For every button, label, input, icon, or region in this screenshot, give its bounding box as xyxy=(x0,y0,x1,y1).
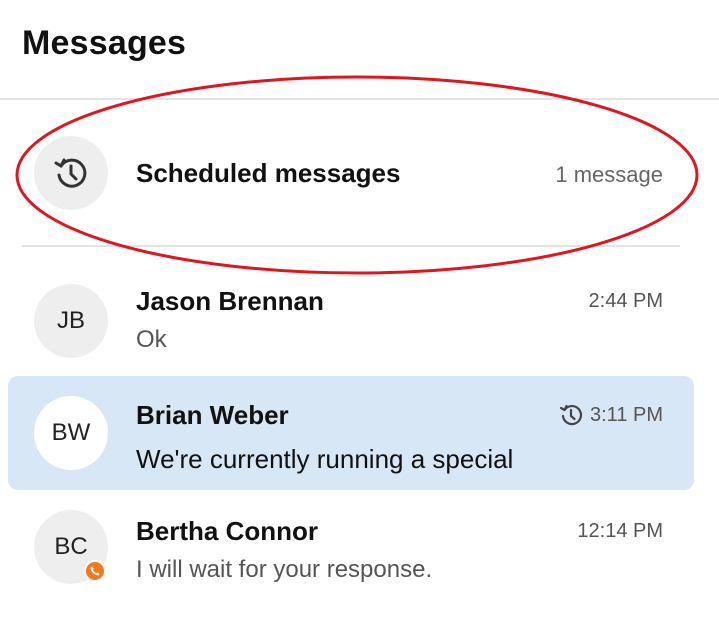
conversation-row-selected[interactable]: BW Brian Weber We're currently running a… xyxy=(0,376,719,490)
messages-header: Messages xyxy=(0,0,719,100)
message-time: 12:14 PM xyxy=(577,520,663,542)
phone-icon xyxy=(90,566,100,576)
conversation-row[interactable]: JB Jason Brennan Ok 2:44 PM xyxy=(0,262,719,372)
avatar: BW xyxy=(34,396,108,470)
avatar-initials: BC xyxy=(54,533,88,560)
scheduled-time: 3:11 PM xyxy=(558,402,663,428)
phone-badge xyxy=(84,560,106,582)
avatar-initials: JB xyxy=(56,307,85,334)
scheduled-messages-label: Scheduled messages xyxy=(136,158,401,188)
message-preview: We're currently running a special xyxy=(136,444,514,474)
scheduled-clock-icon xyxy=(54,158,87,188)
message-preview: I will wait for your response. xyxy=(136,556,433,583)
conversation-row[interactable]: BC Bertha Connor I will wait for your re… xyxy=(0,492,719,602)
message-time: 2:44 PM xyxy=(588,290,663,312)
contact-name: Brian Weber xyxy=(136,400,289,430)
scheduled-clock-icon xyxy=(559,404,582,426)
avatar-initials: BW xyxy=(51,419,91,446)
scheduled-messages-count: 1 message xyxy=(555,162,663,187)
page-title: Messages xyxy=(22,24,187,62)
message-preview: Ok xyxy=(136,326,167,353)
contact-name: Jason Brennan xyxy=(136,286,324,316)
divider xyxy=(22,245,680,247)
contact-name: Bertha Connor xyxy=(136,516,318,546)
avatar: JB xyxy=(34,284,108,358)
scheduled-avatar xyxy=(34,136,108,210)
message-time: 3:11 PM xyxy=(590,403,663,426)
